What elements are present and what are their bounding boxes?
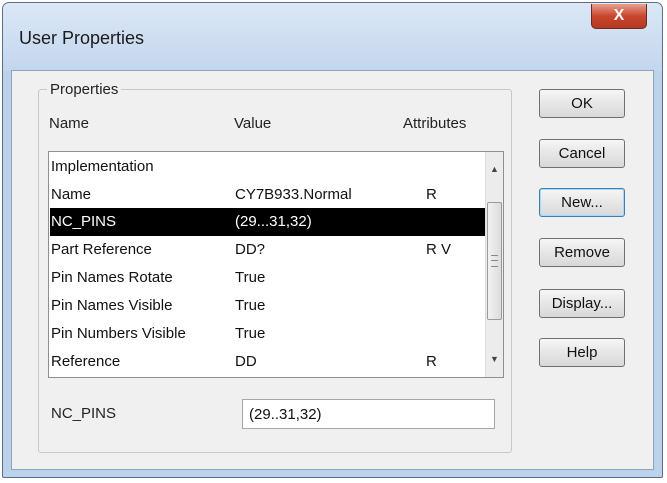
properties-list[interactable]: Implementation Name CY7B933.Normal R NC_… [48,151,504,378]
list-item[interactable]: Pin Names Rotate True [50,264,487,292]
list-item[interactable]: Reference DD R [50,348,487,376]
property-value-input[interactable] [242,399,495,429]
new-button[interactable]: New... [539,188,625,217]
list-item[interactable]: Part Reference DD? R V [50,236,487,264]
grip-icon [491,255,498,267]
column-header-value: Value [234,115,272,132]
close-button[interactable]: X [591,4,647,29]
properties-groupbox: Properties Name Value Attributes Impleme… [38,81,512,453]
list-item[interactable]: Name CY7B933.Normal R [50,181,487,209]
edit-field-label: NC_PINS [51,405,117,422]
dialog-title: User Properties [19,28,145,48]
title-bar[interactable]: User Properties X [3,3,662,71]
dialog-client-area: Properties Name Value Attributes Impleme… [11,70,654,470]
remove-button[interactable]: Remove [539,238,625,267]
vertical-scrollbar[interactable]: ▲ ▼ [485,152,503,377]
scroll-up-arrow-icon[interactable]: ▲ [486,160,503,177]
help-button[interactable]: Help [539,338,625,367]
cancel-button[interactable]: Cancel [539,139,625,168]
list-item[interactable]: Pin Numbers Visible True [50,320,487,348]
display-button[interactable]: Display... [539,289,625,318]
ok-button[interactable]: OK [539,89,625,118]
user-properties-dialog: User Properties X Properties Name Value … [2,2,663,478]
list-item[interactable]: Implementation [50,153,487,181]
scrollbar-thumb[interactable] [487,202,502,320]
scroll-down-arrow-icon[interactable]: ▼ [486,350,503,367]
column-header-name: Name [49,115,90,132]
properties-group-label: Properties [47,81,122,98]
close-icon: X [613,7,625,24]
list-item[interactable]: Pin Names Visible True [50,292,487,320]
list-item-selected[interactable]: NC_PINS (29...31,32) [50,208,487,236]
column-header-attributes: Attributes [403,115,467,132]
